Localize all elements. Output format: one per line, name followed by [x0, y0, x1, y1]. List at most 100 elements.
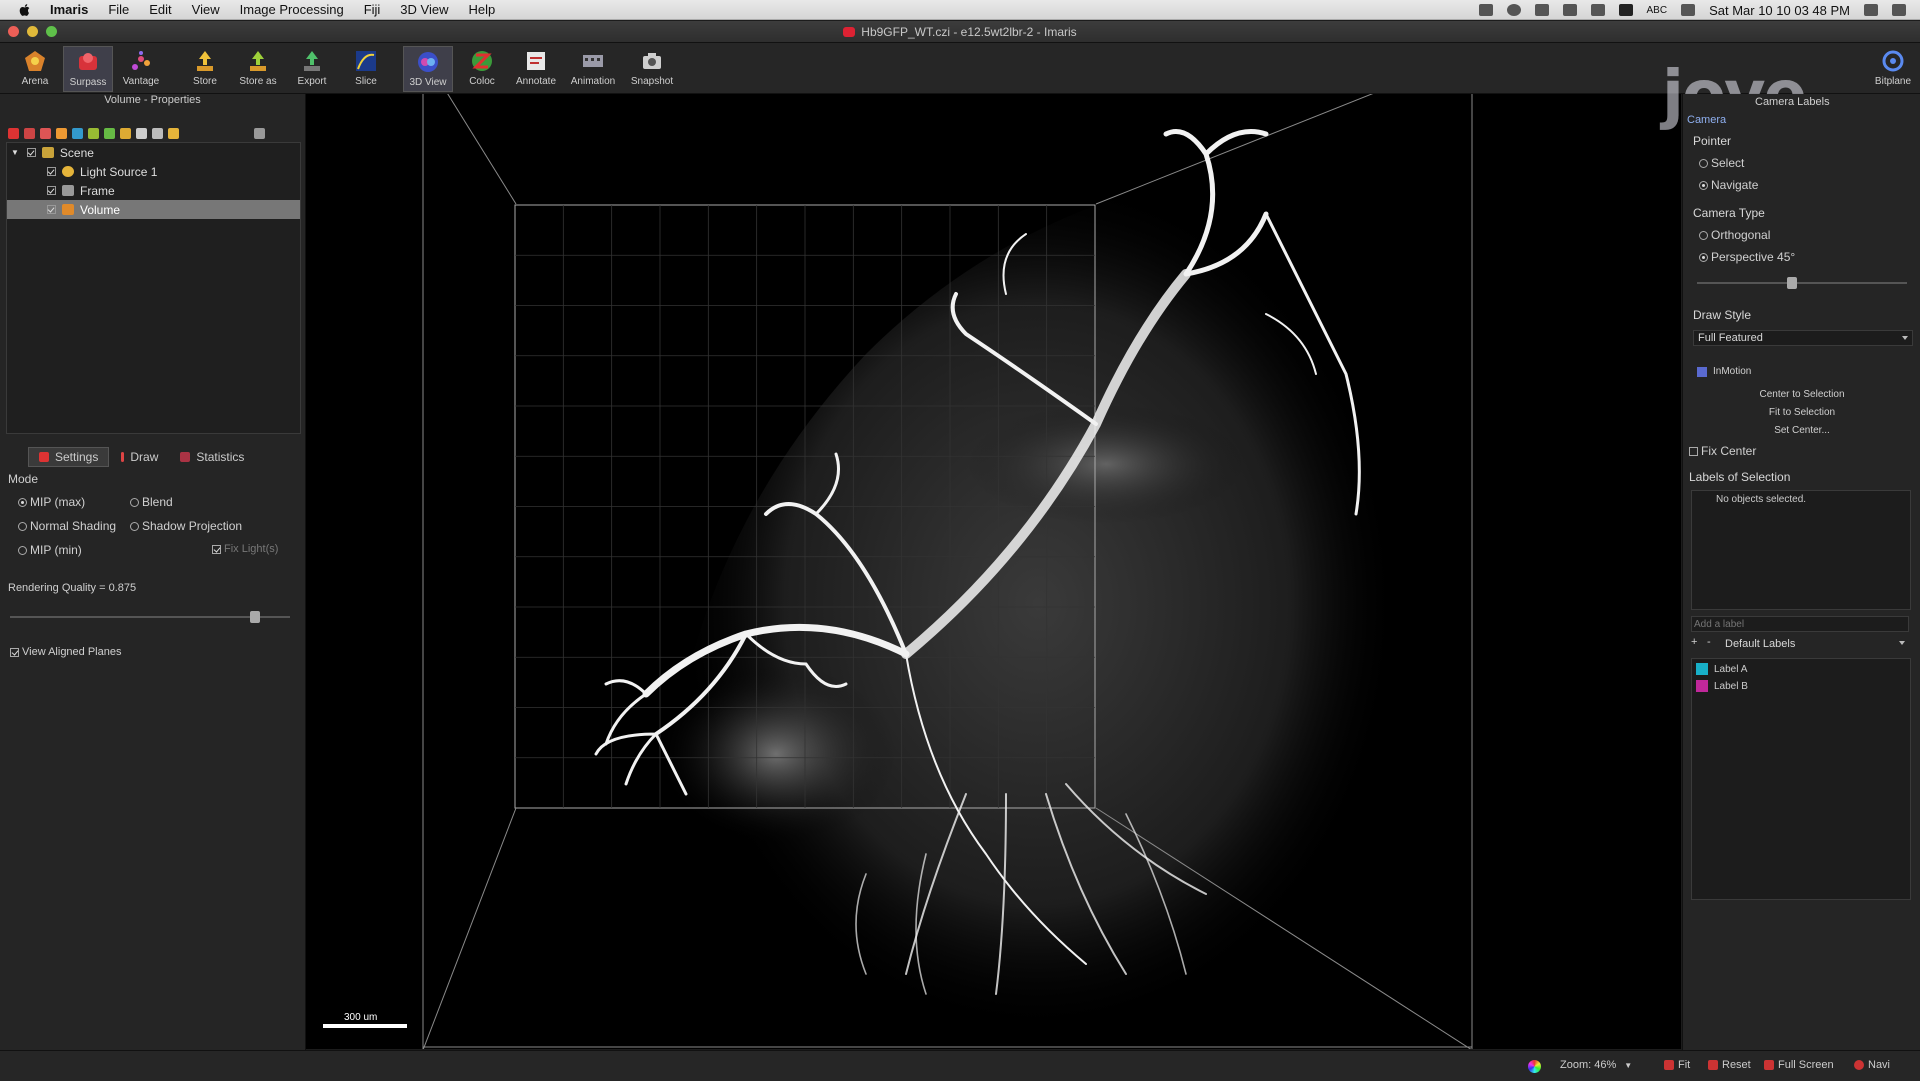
checkbox[interactable]: [47, 205, 56, 214]
toolbar-bitplane-button[interactable]: Bitplane: [1868, 46, 1918, 92]
perspective-slider[interactable]: [1697, 277, 1907, 289]
notification-center-icon[interactable]: [1892, 4, 1906, 16]
3d-viewer[interactable]: 300 um: [306, 94, 1681, 1049]
toolbar-annotate-button[interactable]: Annotate: [511, 46, 561, 92]
menu-3d-view[interactable]: 3D View: [400, 2, 448, 17]
bluetooth-icon[interactable]: [1590, 4, 1605, 16]
input-source-icon[interactable]: [1618, 4, 1633, 16]
draw-style-dropdown[interactable]: Full Featured: [1693, 330, 1913, 346]
spotlight-icon[interactable]: [1864, 4, 1878, 16]
full-screen-button[interactable]: Full Screen: [1764, 1059, 1834, 1071]
minimize-window-button[interactable]: [27, 26, 38, 37]
fix-center-checkbox[interactable]: Fix Center: [1689, 444, 1756, 458]
mode-mip-min-radio[interactable]: MIP (min): [18, 543, 82, 557]
add-light-icon[interactable]: [136, 127, 147, 139]
color-wheel-icon[interactable]: [1528, 1060, 1541, 1073]
tab-camera[interactable]: Camera: [1687, 114, 1726, 126]
menu-imaris[interactable]: Imaris: [50, 2, 88, 17]
fit-button[interactable]: Fit: [1664, 1059, 1690, 1071]
pointer-navigate-radio[interactable]: Navigate: [1699, 178, 1758, 192]
zoom-window-button[interactable]: [46, 26, 57, 37]
toolbar-3d-view-button[interactable]: 3D View: [403, 46, 453, 92]
remove-label-minus-icon[interactable]: -: [1707, 636, 1711, 648]
toolbar-coloc-button[interactable]: Coloc: [457, 46, 507, 92]
mode-mip-max-radio[interactable]: MIP (max): [18, 495, 85, 509]
wifi-icon[interactable]: [1681, 4, 1696, 16]
delete-icon[interactable]: [254, 127, 265, 139]
rendering-quality-slider-handle[interactable]: [250, 611, 260, 623]
toolbar-surpass-button[interactable]: Surpass: [63, 46, 113, 92]
menu-help[interactable]: Help: [468, 2, 495, 17]
add-label-plus-icon[interactable]: +: [1691, 636, 1697, 648]
add-label-input[interactable]: [1691, 616, 1909, 632]
mode-normal-shading-radio[interactable]: Normal Shading: [18, 519, 116, 533]
volume-rendering[interactable]: [306, 94, 1681, 1049]
menu-edit[interactable]: Edit: [149, 2, 171, 17]
3d-view-icon: [418, 52, 438, 72]
clock[interactable]: Sat Mar 10 10 03 48 PM: [1709, 3, 1850, 18]
status-icon[interactable]: [1478, 4, 1493, 16]
label-item-b[interactable]: Label B: [1696, 680, 1748, 692]
label-item-a[interactable]: Label A: [1696, 663, 1747, 675]
expand-arrow-icon[interactable]: ▼: [11, 148, 19, 157]
add-surface-icon[interactable]: [8, 127, 19, 139]
toolbar-animation-button[interactable]: Animation: [568, 46, 618, 92]
center-to-selection-button[interactable]: Center to Selection: [1683, 389, 1920, 400]
label-set-dropdown[interactable]: Default Labels: [1721, 636, 1909, 652]
tree-row-volume[interactable]: Volume: [7, 200, 300, 219]
perspective-slider-handle[interactable]: [1786, 277, 1797, 289]
view-aligned-planes-checkbox[interactable]: View Aligned Planes: [10, 646, 121, 658]
folder-icon[interactable]: [168, 127, 179, 139]
add-tracks-icon[interactable]: [72, 127, 83, 139]
set-center-button[interactable]: Set Center...: [1683, 425, 1920, 436]
toolbar-arena-button[interactable]: Arena: [10, 46, 60, 92]
fix-lights-checkbox[interactable]: Fix Light(s): [212, 543, 278, 555]
tree-row-scene[interactable]: ▼ Scene: [7, 143, 300, 162]
menu-image-processing[interactable]: Image Processing: [240, 2, 344, 17]
selection-labels-list[interactable]: No objects selected.: [1691, 490, 1911, 610]
menu-file[interactable]: File: [108, 2, 129, 17]
add-cells-icon[interactable]: [40, 127, 51, 139]
toolbar-slice-button[interactable]: Slice: [341, 46, 391, 92]
mode-shadow-projection-radio[interactable]: Shadow Projection: [130, 519, 242, 533]
toolbar-export-button[interactable]: Export: [287, 46, 337, 92]
dropbox-icon[interactable]: [1534, 4, 1549, 16]
input-source-label[interactable]: ABC: [1647, 5, 1668, 16]
airplay-icon[interactable]: [1562, 4, 1577, 16]
camera-orthogonal-radio[interactable]: Orthogonal: [1699, 228, 1770, 242]
close-window-button[interactable]: [8, 26, 19, 37]
tab-statistics[interactable]: Statistics: [170, 448, 254, 466]
fit-to-selection-button[interactable]: Fit to Selection: [1683, 407, 1920, 418]
toolbar-vantage-button[interactable]: Vantage: [116, 46, 166, 92]
cut-icon[interactable]: [152, 127, 163, 139]
toolbar-snapshot-button[interactable]: Snapshot: [627, 46, 677, 92]
checkbox[interactable]: [26, 148, 36, 157]
checkbox[interactable]: [47, 167, 56, 176]
reset-button[interactable]: Reset: [1708, 1059, 1751, 1071]
record-icon[interactable]: [1506, 4, 1521, 16]
navi-button[interactable]: Navi: [1854, 1059, 1890, 1071]
tree-row-light-source[interactable]: Light Source 1: [7, 162, 300, 181]
rendering-quality-slider[interactable]: [10, 611, 290, 623]
zoom-selector[interactable]: Zoom: 46% ▼: [1560, 1059, 1632, 1071]
toolbar-store-button[interactable]: Store: [180, 46, 230, 92]
toolbar-store-as-button[interactable]: Store as: [233, 46, 283, 92]
inmotion-button[interactable]: InMotion: [1697, 366, 1751, 377]
add-clipping-icon[interactable]: [104, 127, 115, 139]
add-filaments-icon[interactable]: [56, 127, 67, 139]
camera-perspective-radio[interactable]: Perspective 45°: [1699, 250, 1795, 264]
add-frame-icon[interactable]: [120, 127, 131, 139]
menu-view[interactable]: View: [192, 2, 220, 17]
tab-camera-labels[interactable]: Camera Labels: [1755, 96, 1830, 108]
tab-draw[interactable]: Draw: [111, 448, 168, 466]
tree-row-frame[interactable]: Frame: [7, 181, 300, 200]
mode-blend-radio[interactable]: Blend: [130, 495, 173, 509]
add-measurement-icon[interactable]: [88, 127, 99, 139]
checkbox[interactable]: [47, 186, 56, 195]
apple-icon[interactable]: [18, 3, 32, 17]
add-spots-icon[interactable]: [24, 127, 35, 139]
pointer-select-radio[interactable]: Select: [1699, 156, 1744, 170]
document-icon: [843, 26, 856, 37]
tab-settings[interactable]: Settings: [28, 447, 110, 467]
menu-fiji[interactable]: Fiji: [364, 2, 381, 17]
